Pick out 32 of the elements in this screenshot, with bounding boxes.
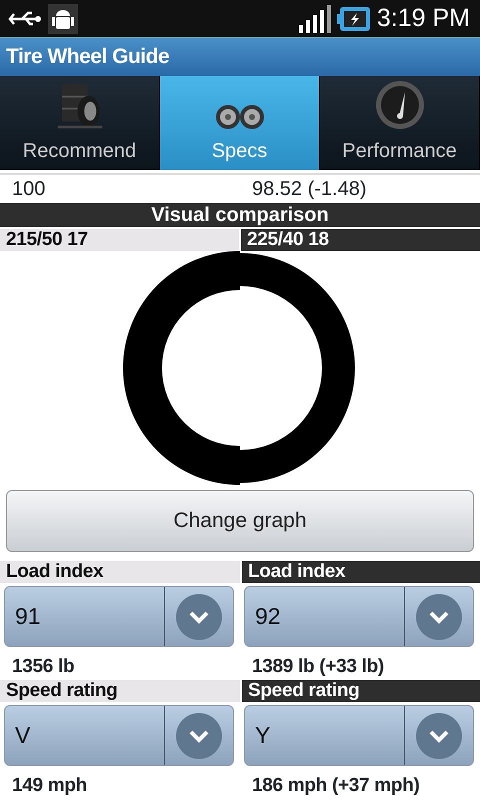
chevron-down-icon [176,594,222,640]
dropdown-field[interactable]: V [4,705,234,766]
value-text: 1389 lb (+33 lb) [251,655,385,679]
chevron-down-icon [176,712,222,758]
signal-icon [298,4,331,32]
dropdown-field[interactable]: 91 [4,586,234,647]
dropdown-field[interactable]: 92 [244,586,474,647]
field-label: Load index [242,561,480,583]
chevron-down-icon [416,712,462,758]
tab[interactable]: Recommend [0,76,160,170]
battery-icon [336,6,371,32]
field-label: Speed rating [242,680,480,702]
section-header: Visual comparison [0,203,480,227]
field-label: Load index [0,561,240,583]
change-graph-button[interactable]: Change graph [6,490,474,552]
value-text: 149 mph [11,774,88,798]
tire-size-label: 215/50 17 [0,229,239,251]
wheels-icon [214,104,264,130]
value-text: 186 mph (+37 mph) [251,774,421,798]
status-time: 3:19 PM [376,2,470,34]
dropdown-field[interactable]: Y [244,705,474,766]
tire-size-label: 225/40 18 [241,229,480,251]
usb-icon [8,10,42,28]
tab[interactable]: Performance [320,76,480,170]
chevron-down-icon [416,594,462,640]
gauge-icon [374,80,424,130]
value-text: 100 [11,177,46,202]
value-text: 98.52 (-1.48) [251,177,368,202]
value-text: 1356 lb [11,655,76,679]
robot-icon [48,4,78,34]
app-title: Tire Wheel Guide [0,37,480,76]
field-label: Speed rating [0,680,240,702]
